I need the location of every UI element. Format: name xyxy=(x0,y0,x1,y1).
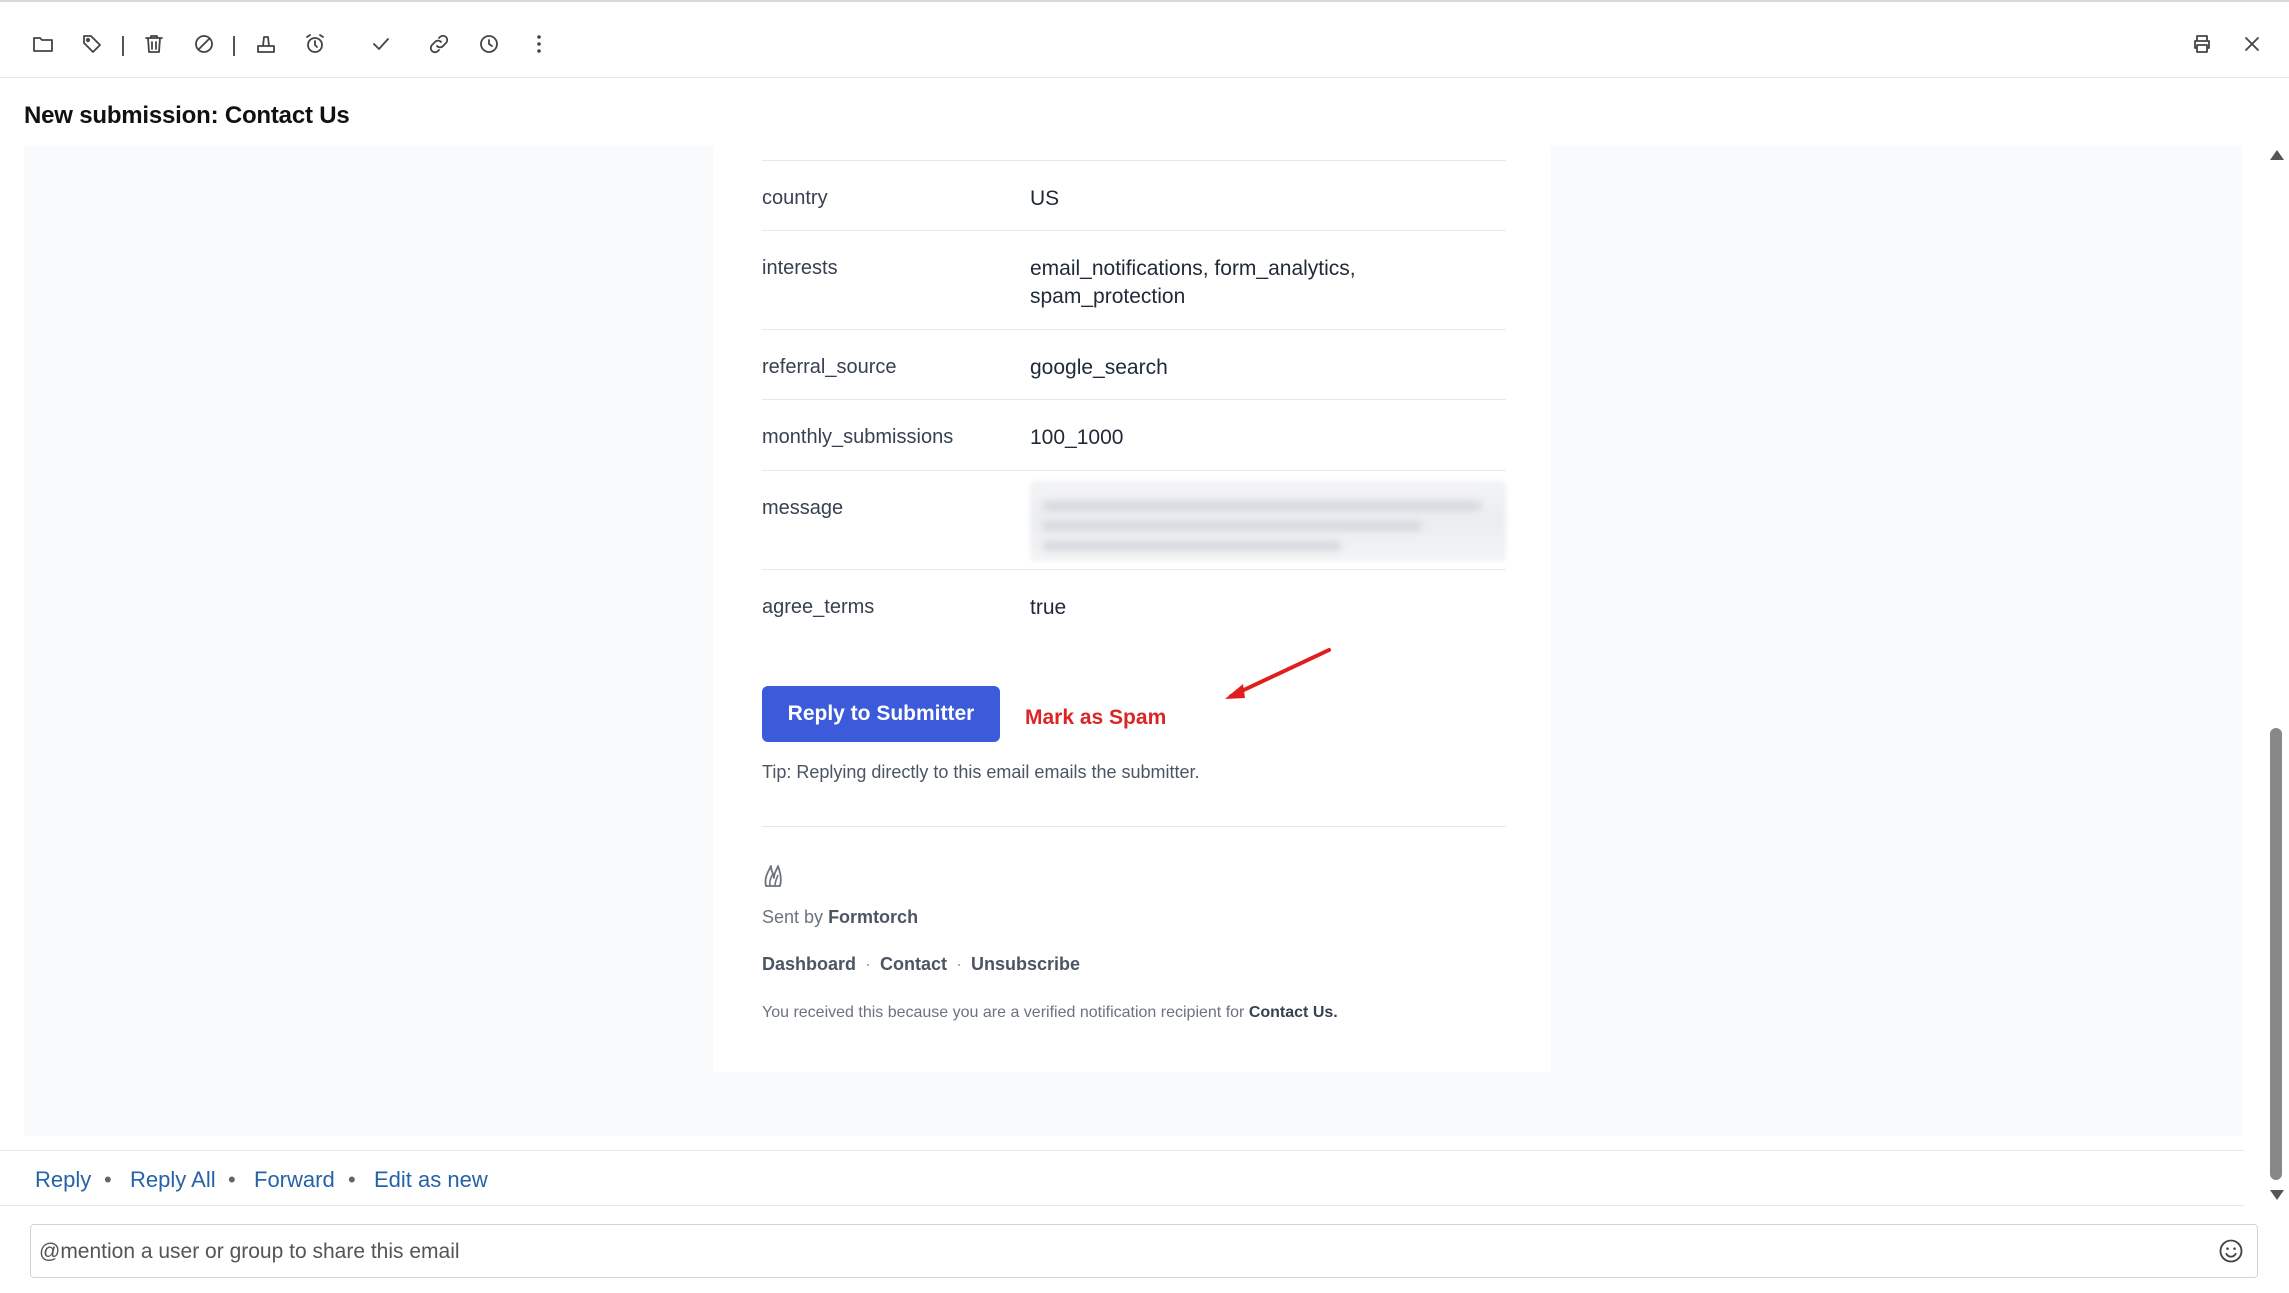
field-value: US xyxy=(1030,187,1060,210)
notice-text: You received this because you are a veri… xyxy=(762,1004,1245,1021)
field-key: agree_terms xyxy=(762,596,875,618)
field-key: interests xyxy=(762,257,838,279)
reply-to-submitter-button[interactable]: Reply to Submitter xyxy=(762,686,1000,742)
vertical-scrollbar[interactable] xyxy=(2266,146,2288,1206)
footer-link-contact[interactable]: Contact xyxy=(880,954,947,974)
formtorch-logo-icon xyxy=(764,865,782,887)
sent-by-line: Sent by Formtorch xyxy=(762,907,918,928)
sent-by-prefix: Sent by xyxy=(762,907,824,927)
email-card: country US interests email_notifications… xyxy=(713,146,1551,1072)
field-value: google_search xyxy=(1030,356,1168,379)
field-row-monthly-submissions: monthly_submissions 100_1000 xyxy=(762,399,1506,470)
tag-icon[interactable] xyxy=(74,26,110,62)
print-icon[interactable] xyxy=(2184,26,2220,62)
field-row-agree-terms: agree_terms true xyxy=(762,569,1506,649)
field-key: message xyxy=(762,497,844,519)
mention-input[interactable] xyxy=(39,1235,2189,1269)
mark-as-spam-link[interactable]: Mark as Spam xyxy=(1025,706,1166,730)
reply-link[interactable]: Reply xyxy=(35,1167,91,1193)
folder-icon[interactable] xyxy=(25,26,61,62)
footer-link-unsubscribe[interactable]: Unsubscribe xyxy=(971,954,1080,974)
link-separator: · xyxy=(865,954,872,974)
toolbar-separator xyxy=(122,36,124,56)
more-icon[interactable] xyxy=(521,26,557,62)
message-viewport: country US interests email_notifications… xyxy=(24,146,2242,1136)
toolbar-separator xyxy=(233,36,235,56)
field-row-message: message xyxy=(762,470,1506,569)
recipient-notice: You received this because you are a veri… xyxy=(762,1004,1338,1022)
field-key: country xyxy=(762,187,828,209)
footer-links: Dashboard · Contact · Unsubscribe xyxy=(762,954,1080,975)
reply-actions-bar: Reply • Reply All • Forward • Edit as ne… xyxy=(0,1150,2244,1206)
email-subject: New submission: Contact Us xyxy=(24,102,350,129)
reply-all-link[interactable]: Reply All xyxy=(130,1167,216,1193)
check-icon[interactable] xyxy=(363,26,399,62)
close-icon[interactable] xyxy=(2234,26,2270,62)
alarm-icon[interactable] xyxy=(297,26,333,62)
archive-icon[interactable] xyxy=(248,26,284,62)
link-separator: · xyxy=(956,954,963,974)
field-key: monthly_submissions xyxy=(762,426,954,448)
reply-tip: Tip: Replying directly to this email ema… xyxy=(762,762,1200,782)
brand-name: Formtorch xyxy=(828,907,919,927)
edit-as-new-link[interactable]: Edit as new xyxy=(374,1167,488,1193)
clock-icon[interactable] xyxy=(471,26,507,62)
field-key: referral_source xyxy=(762,356,897,378)
link-icon[interactable] xyxy=(421,26,457,62)
field-row-country: country US xyxy=(762,160,1506,230)
field-value: true xyxy=(1030,596,1067,619)
field-row-referral-source: referral_source google_search xyxy=(762,329,1506,399)
action-separator: • xyxy=(348,1167,356,1192)
footer-divider xyxy=(762,826,1506,827)
field-row-interests: interests email_notifications, form_anal… xyxy=(762,230,1506,329)
action-separator: • xyxy=(228,1167,236,1192)
annotation-arrow xyxy=(1225,648,1331,699)
forward-link[interactable]: Forward xyxy=(254,1167,335,1193)
scroll-up-arrow-icon[interactable] xyxy=(2270,150,2284,160)
scroll-down-arrow-icon[interactable] xyxy=(2270,1190,2284,1200)
notice-form-name: Contact Us. xyxy=(1248,1004,1338,1021)
block-icon[interactable] xyxy=(186,26,222,62)
field-value: 100_1000 xyxy=(1030,426,1124,449)
message-toolbar xyxy=(0,0,2289,78)
action-separator: • xyxy=(104,1167,112,1192)
redacted-message-value xyxy=(1030,481,1506,561)
field-value: email_notifications, form_analytics, spa… xyxy=(1030,257,1356,308)
mention-box xyxy=(30,1224,2258,1278)
trash-icon[interactable] xyxy=(136,26,172,62)
emoji-icon[interactable] xyxy=(2217,1237,2245,1265)
scrollbar-thumb[interactable] xyxy=(2270,728,2282,1180)
footer-link-dashboard[interactable]: Dashboard xyxy=(762,954,856,974)
